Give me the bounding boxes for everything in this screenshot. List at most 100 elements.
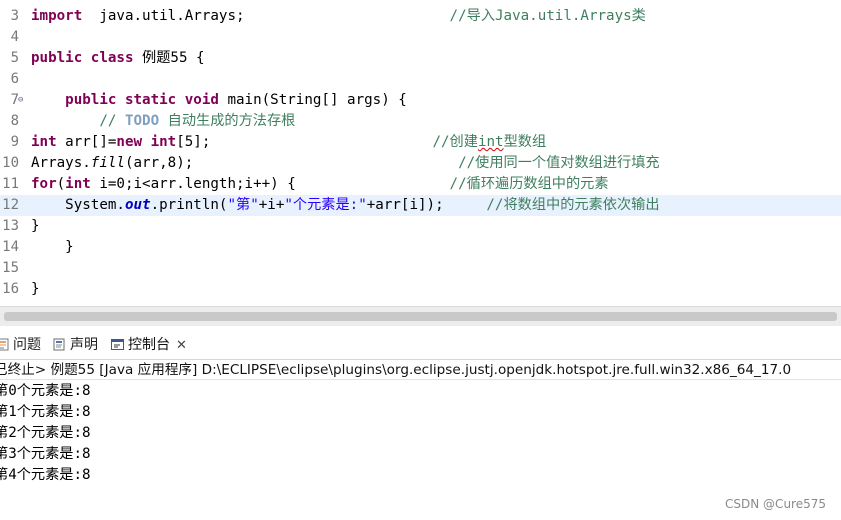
code-token: public	[65, 92, 117, 108]
code-token: "个元素是:"	[284, 197, 367, 213]
code-token: fill	[90, 155, 125, 171]
line-number: 7	[10, 92, 19, 108]
code-token: Arrays.	[31, 155, 91, 171]
code-token: (arr,8);	[124, 155, 459, 171]
line-number: 5	[10, 50, 19, 66]
code-text: Arrays.fill(arr,8); //使用同一个值对数组进行填充	[31, 153, 660, 174]
code-token: arr[]=	[56, 134, 117, 150]
code-line[interactable]: 3 import java.util.Arrays; //导入Java.util.…	[0, 6, 841, 27]
code-line[interactable]: 4	[0, 27, 841, 48]
console-icon	[111, 336, 124, 350]
code-token: for	[31, 176, 57, 192]
code-editor[interactable]: 3 import java.util.Arrays; //导入Java.util.…	[0, 0, 841, 306]
tab-console-label: 控制台	[128, 337, 170, 353]
code-token: int	[31, 134, 57, 150]
console-output-line: 第3个元素是:8	[0, 446, 91, 462]
code-token: "第"	[227, 197, 259, 213]
code-token: public	[31, 50, 83, 66]
tab-console[interactable]: 控制台 ✕	[111, 334, 187, 356]
console-header-text: 已终止> 例题55 [Java 应用程序] D:\ECLIPSE\eclipse…	[0, 362, 792, 378]
code-token: }	[31, 218, 40, 234]
line-number: 6	[10, 71, 19, 87]
code-token: +i+	[258, 197, 285, 213]
console-output-line: 第1个元素是:8	[0, 404, 91, 420]
code-text: }	[31, 237, 74, 258]
code-token: //将数组中的元素依次输出	[486, 197, 660, 213]
code-token: //循环遍历数组中的元素	[449, 176, 609, 192]
console-output-line: 第0个元素是:8	[0, 383, 91, 399]
tab-declaration[interactable]: 声明	[53, 334, 98, 356]
code-token: class	[90, 50, 134, 66]
code-token: 例题55 {	[133, 50, 205, 66]
code-line[interactable]: 14 }	[0, 237, 841, 258]
line-number: 11	[2, 176, 19, 192]
code-token: void	[184, 92, 219, 108]
code-text: public class 例题55 {	[31, 48, 205, 69]
code-token: +arr[i]);	[366, 197, 487, 213]
code-token: static	[124, 92, 177, 108]
close-icon[interactable]: ✕	[176, 338, 187, 353]
line-number: 16	[2, 281, 19, 297]
tab-problems[interactable]: 问题	[0, 334, 41, 356]
console-output[interactable]: 第0个元素是:8 第1个元素是:8 第2个元素是:8 第3个元素是:8 第4个元…	[0, 381, 841, 491]
code-text: public static void main(String[] args) {	[31, 90, 407, 111]
code-line[interactable]: 6	[0, 69, 841, 90]
horizontal-scrollbar[interactable]	[0, 306, 841, 326]
tab-problems-label: 问题	[13, 337, 41, 353]
scrollbar-thumb[interactable]	[4, 312, 837, 321]
code-line[interactable]: 15	[0, 258, 841, 279]
code-line[interactable]: 12 System.out.println("第"+i+"个元素是:"+arr[…	[0, 195, 841, 216]
line-number: 3	[10, 8, 19, 24]
code-token: }	[31, 239, 74, 255]
code-text: System.out.println("第"+i+"个元素是:"+arr[i])…	[31, 195, 660, 216]
code-token: int	[477, 134, 504, 150]
code-token: java.util.Arrays;	[82, 8, 450, 24]
line-number: 8	[10, 113, 19, 129]
console-view-tabbar: 问题 声明 控制台 ✕	[0, 328, 841, 360]
code-token: //创建	[432, 134, 478, 150]
code-token: i=0;i<arr.length;i++) {	[90, 176, 450, 192]
code-token: (	[56, 176, 66, 192]
code-token: 型数组	[503, 134, 547, 150]
code-text: int arr[]=new int[5]; //创建int型数组	[31, 132, 546, 153]
line-number: 4	[10, 29, 19, 45]
code-token: main(String[] args) {	[218, 92, 407, 108]
code-token: }	[31, 281, 40, 297]
code-line[interactable]: 9 int arr[]=new int[5]; //创建int型数组	[0, 132, 841, 153]
fold-toggle-icon[interactable]: ⊖	[18, 95, 23, 105]
code-token: //导入Java.util.Arrays类	[449, 8, 646, 24]
code-token: 自动生成的方法存根	[159, 113, 296, 129]
problems-icon	[0, 336, 9, 351]
code-text: import java.util.Arrays; //导入Java.util.A…	[31, 6, 646, 27]
code-token: //	[99, 113, 125, 129]
declaration-icon	[53, 336, 66, 351]
console-output-line: 第4个元素是:8	[0, 467, 91, 483]
code-token: //使用同一个值对数组进行填充	[458, 155, 660, 171]
code-line[interactable]: 11 for(int i=0;i<arr.length;i++) { //循环遍历…	[0, 174, 841, 195]
code-token: import	[31, 8, 83, 24]
code-token: System.	[31, 197, 125, 213]
code-line[interactable]: 5 public class 例题55 {	[0, 48, 841, 69]
watermark: CSDN @Cure575	[725, 497, 826, 511]
code-text: // TODO 自动生成的方法存根	[31, 111, 295, 132]
tab-declaration-label: 声明	[70, 337, 98, 353]
code-line[interactable]: 10 Arrays.fill(arr,8); //使用同一个值对数组进行填充	[0, 153, 841, 174]
code-line[interactable]: 16}	[0, 279, 841, 300]
code-line[interactable]: 8 // TODO 自动生成的方法存根	[0, 111, 841, 132]
code-text: }	[31, 216, 40, 237]
code-text: }	[31, 279, 40, 300]
code-text: for(int i=0;i<arr.length;i++) { //循环遍历数组…	[31, 174, 609, 195]
line-number: 12	[2, 197, 19, 213]
code-line[interactable]: 13}	[0, 216, 841, 237]
line-number: 14	[2, 239, 19, 255]
code-token: int	[65, 176, 91, 192]
code-line[interactable]: 7 ⊖ public static void main(String[] args…	[0, 90, 841, 111]
code-token: TODO	[124, 113, 160, 129]
code-token: out	[124, 197, 151, 213]
line-number: 15	[2, 260, 19, 276]
code-token: .println(	[150, 197, 228, 213]
